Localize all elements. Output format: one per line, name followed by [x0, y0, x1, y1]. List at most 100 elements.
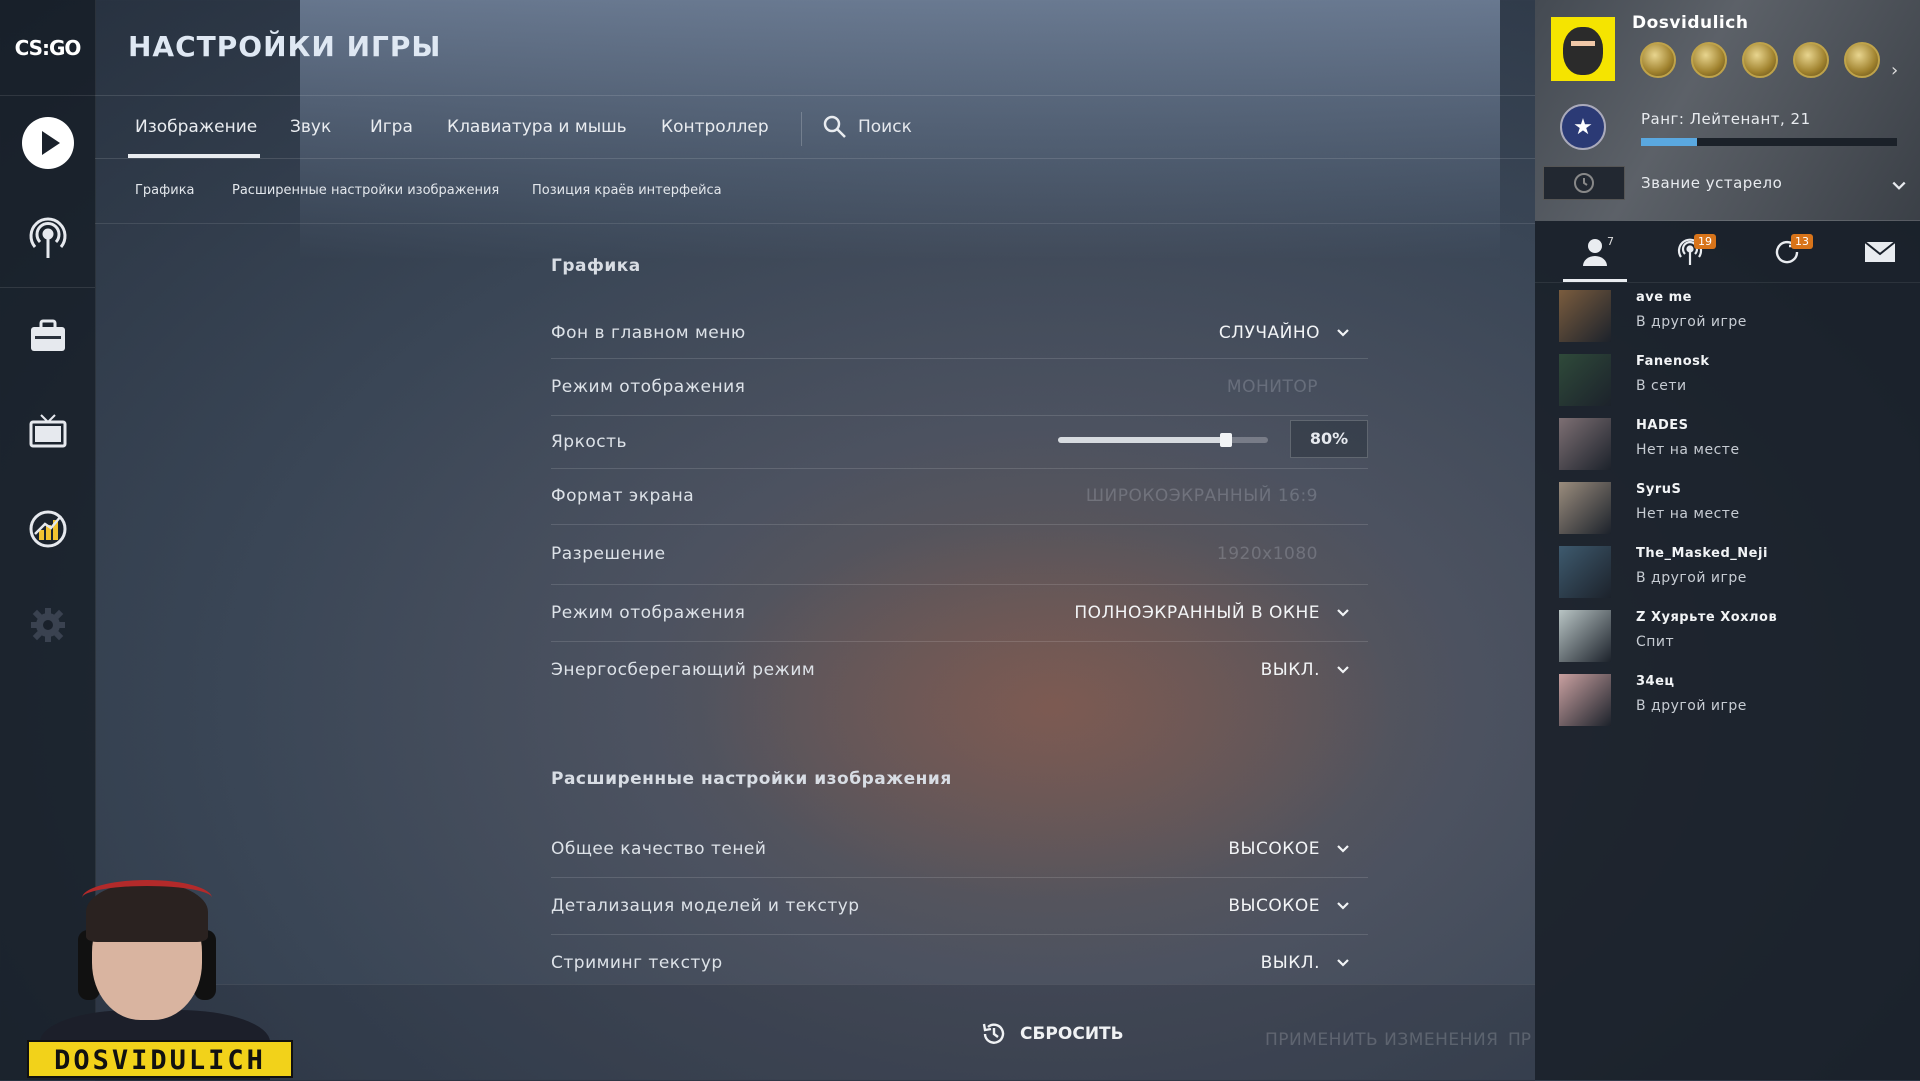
chevron-down-icon	[1337, 608, 1349, 617]
watch-broadcast-button[interactable]	[0, 194, 95, 284]
chevron-down-icon[interactable]	[1891, 178, 1907, 194]
subtab-advanced-video[interactable]: Расширенные настройки изображения	[232, 159, 499, 223]
play-button[interactable]	[0, 98, 95, 188]
gear-icon	[30, 608, 65, 642]
social-panel: Dosvidulich › ★ Ранг: Лейтенант, 21 Зван…	[1535, 0, 1920, 1080]
friend-name: HADES	[1636, 418, 1689, 433]
settings-tabs: Изображение Звук Игра Клавиатура и мышь …	[95, 96, 1535, 159]
tab-controller[interactable]: Контроллер	[661, 96, 769, 158]
settings-button[interactable]	[0, 580, 95, 670]
friend-avatar[interactable]	[1559, 482, 1611, 534]
streamer-nameplate: DOSVIDULICH	[27, 1040, 293, 1078]
friend-avatar[interactable]	[1559, 290, 1611, 342]
setting-label: Энергосберегающий режим	[551, 659, 816, 680]
apply-changes-button[interactable]: ПРИМЕНИТЬ ИЗМЕНЕНИЯ	[1265, 1030, 1498, 1050]
setting-row-aspect-ratio: Формат экрана ШИРОКОЭКРАННЫЙ 16:9	[551, 468, 1368, 525]
setting-row-main-menu-background[interactable]: Фон в главном меню СЛУЧАЙНО	[551, 308, 1368, 359]
friend-avatar[interactable]	[1559, 610, 1611, 662]
setting-dropdown[interactable]: ВЫСОКОЕ	[1228, 839, 1350, 859]
chevron-right-icon[interactable]: ›	[1891, 60, 1898, 81]
friend-status: Нет на месте	[1636, 442, 1740, 458]
subtab-graphics[interactable]: Графика	[135, 159, 195, 223]
brightness-value-input[interactable]: 80%	[1290, 420, 1368, 458]
setting-dropdown[interactable]: ВЫКЛ.	[1261, 660, 1350, 680]
setting-row-shadow-quality[interactable]: Общее качество теней ВЫСОКОЕ	[551, 821, 1368, 878]
medal-icon[interactable]	[1691, 42, 1727, 78]
setting-label: Детализация моделей и текстур	[551, 895, 860, 916]
friend-list-item[interactable]: The_Masked_Neji В другой игре	[1559, 542, 1899, 602]
friend-list-item[interactable]: ave me В другой игре	[1559, 286, 1899, 346]
tv-icon	[29, 414, 66, 448]
setting-dropdown[interactable]: ПОЛНОЭКРАННЫЙ В ОКНЕ	[1074, 603, 1350, 623]
tab-friends[interactable]: 7	[1563, 230, 1627, 282]
friend-avatar[interactable]	[1559, 674, 1611, 726]
stats-button[interactable]	[0, 484, 95, 574]
setting-dropdown[interactable]: ВЫКЛ.	[1261, 953, 1350, 973]
brightness-slider[interactable]	[1058, 433, 1268, 447]
clock-icon	[1574, 173, 1594, 193]
tab-sound[interactable]: Звук	[290, 96, 331, 158]
friend-name: ave me	[1636, 290, 1692, 305]
friend-list-item[interactable]: HADES Нет на месте	[1559, 414, 1899, 474]
header: НАСТРОЙКИ ИГРЫ	[95, 0, 1535, 96]
friend-list-item[interactable]: SyruS Нет на месте	[1559, 478, 1899, 538]
setting-label: Разрешение	[551, 544, 666, 564]
medal-icon[interactable]	[1793, 42, 1829, 78]
friend-name: SyruS	[1636, 482, 1682, 497]
competitive-rank-label: Звание устарело	[1641, 174, 1783, 192]
search-button[interactable]: Поиск	[822, 96, 912, 158]
tab-broadcasts[interactable]: 19	[1660, 230, 1720, 274]
reset-button[interactable]: СБРОСИТЬ	[980, 1020, 1124, 1048]
tab-keyboard-mouse[interactable]: Клавиатура и мышь	[447, 96, 627, 158]
setting-label: Общее качество теней	[551, 839, 767, 859]
friend-status: В другой игре	[1636, 698, 1747, 714]
setting-dropdown[interactable]: СЛУЧАЙНО	[1219, 323, 1350, 343]
friend-list-item[interactable]: Fanenosk В сети	[1559, 350, 1899, 410]
tab-game[interactable]: Игра	[370, 96, 413, 158]
friends-count: 7	[1607, 235, 1614, 248]
headphone-band	[82, 880, 212, 916]
medal-icon[interactable]	[1742, 42, 1778, 78]
search-icon	[823, 115, 846, 138]
setting-row-model-texture-detail[interactable]: Детализация моделей и текстур ВЫСОКОЕ	[551, 877, 1368, 935]
avatar-eyes	[1571, 41, 1595, 46]
friend-avatar[interactable]	[1559, 354, 1611, 406]
slider-handle[interactable]	[1220, 433, 1232, 447]
tab-messages[interactable]	[1850, 230, 1910, 274]
setting-value: 1920x1080	[1216, 544, 1318, 564]
friend-name: Z Хуярьте Хохлов	[1636, 610, 1778, 625]
friend-status: В другой игре	[1636, 314, 1747, 330]
medal-icon[interactable]	[1844, 42, 1880, 78]
setting-value: МОНИТОР	[1226, 376, 1318, 397]
subtab-hud-edge-position[interactable]: Позиция краёв интерфейса	[532, 159, 722, 223]
friend-list-item[interactable]: 34ец В другой игре	[1559, 670, 1899, 730]
setting-row-power-saving[interactable]: Энергосберегающий режим ВЫКЛ.	[551, 641, 1368, 698]
setting-row-display-mode[interactable]: Режим отображения ПОЛНОЭКРАННЫЙ В ОКНЕ	[551, 584, 1368, 642]
setting-row-display-mode-monitor: Режим отображения МОНИТОР	[551, 358, 1368, 416]
medal-icon[interactable]	[1640, 42, 1676, 78]
profile-name[interactable]: Dosvidulich	[1632, 13, 1748, 33]
additional-action-button[interactable]: ПР	[1508, 1030, 1531, 1050]
broadcast-icon	[29, 217, 66, 258]
csgo-logo[interactable]: CS:GO	[0, 0, 95, 96]
avatar[interactable]	[1551, 17, 1615, 81]
inventory-button[interactable]	[0, 292, 95, 382]
chevron-down-icon	[1337, 958, 1349, 967]
friend-avatar[interactable]	[1559, 418, 1611, 470]
tab-image[interactable]: Изображение	[127, 96, 261, 158]
tab-recent[interactable]: 13	[1757, 230, 1817, 274]
friend-name: Fanenosk	[1636, 354, 1710, 369]
recent-count-badge: 13	[1791, 234, 1813, 249]
chevron-down-icon	[1337, 845, 1349, 853]
friend-status: В сети	[1636, 378, 1687, 394]
setting-value: СЛУЧАЙНО	[1218, 323, 1320, 343]
setting-value: ВЫКЛ.	[1260, 659, 1320, 680]
settings-subtabs: Графика Расширенные настройки изображени…	[95, 159, 1535, 224]
setting-dropdown[interactable]: ВЫСОКОЕ	[1228, 896, 1350, 916]
medal-showcase	[1640, 42, 1880, 78]
friend-list-item[interactable]: Z Хуярьте Хохлов Спит	[1559, 606, 1899, 666]
watch-button[interactable]	[0, 388, 95, 478]
friend-avatar[interactable]	[1559, 546, 1611, 598]
setting-row-texture-streaming[interactable]: Стриминг текстур ВЫКЛ.	[551, 934, 1368, 984]
setting-row-brightness[interactable]: Яркость 80%	[551, 415, 1368, 469]
